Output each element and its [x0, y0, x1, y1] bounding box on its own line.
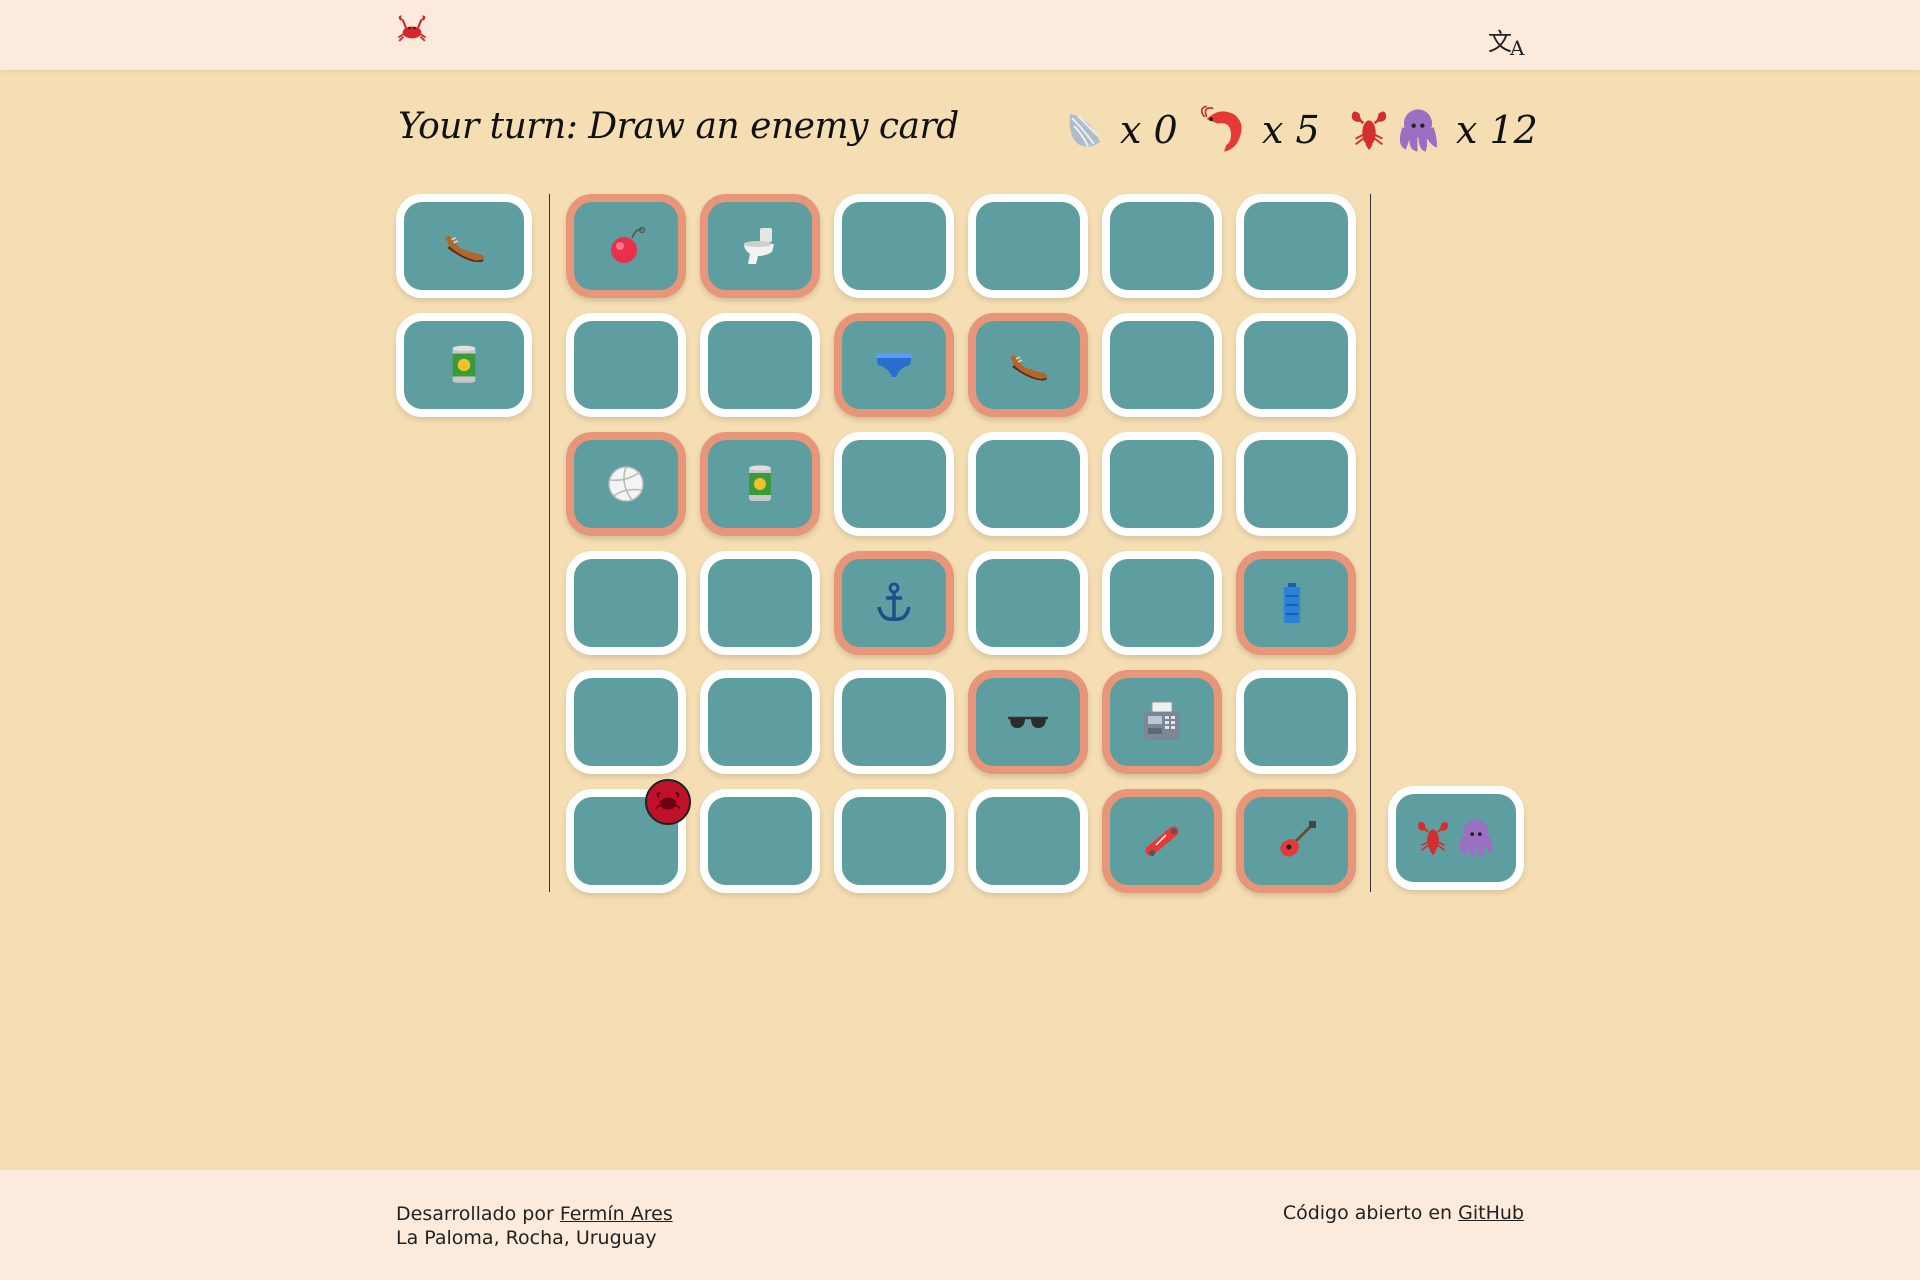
dev-prefix: Desarrollado por: [396, 1203, 554, 1225]
enemy-deck-card[interactable]: [1388, 786, 1524, 890]
board-card-r4-c1[interactable]: [700, 670, 820, 774]
lobster-octopus-icon: [1346, 104, 1444, 156]
enemy-count: x 12: [1456, 108, 1538, 152]
board-card-r0-c3[interactable]: [968, 194, 1088, 298]
shell-count: x 0: [1120, 108, 1178, 152]
toilet-icon: [736, 222, 784, 270]
briefs-icon: [870, 341, 918, 389]
board-card-r0-c0[interactable]: [566, 194, 686, 298]
battery-icon: [1272, 579, 1320, 627]
guitar-icon: [1272, 817, 1320, 865]
shrimp-icon: [1198, 104, 1250, 156]
hand-card[interactable]: [396, 313, 532, 417]
board-card-r0-c5[interactable]: [1236, 194, 1356, 298]
board-card-r5-c5[interactable]: [1236, 789, 1356, 893]
board-card-r2-c2[interactable]: [834, 432, 954, 536]
board-card-r1-c4[interactable]: [1102, 313, 1222, 417]
code-prefix: Código abierto en: [1282, 1202, 1453, 1224]
board-card-r3-c1[interactable]: [700, 551, 820, 655]
board-card-r4-c2[interactable]: [834, 670, 954, 774]
translate-glyph-b: A: [1510, 36, 1525, 60]
hand-card[interactable]: [396, 194, 532, 298]
crab-marker-icon: [645, 779, 691, 825]
board-card-r2-c5[interactable]: [1236, 432, 1356, 536]
board-card-r2-c3[interactable]: [968, 432, 1088, 536]
footer-credits: Desarrollado por Fermín Ares La Paloma, …: [396, 1202, 673, 1250]
crab-icon[interactable]: [395, 12, 429, 46]
board-card-r4-c4[interactable]: [1102, 670, 1222, 774]
board-divider-right: [1370, 194, 1371, 892]
board-card-r5-c2[interactable]: [834, 789, 954, 893]
board-card-r0-c2[interactable]: [834, 194, 954, 298]
sunglasses-icon: [1004, 698, 1052, 746]
board-card-r4-c5[interactable]: [1236, 670, 1356, 774]
board-card-r1-c0[interactable]: [566, 313, 686, 417]
board-divider-left: [549, 194, 550, 892]
turn-status-title: Your turn: Draw an enemy card: [398, 106, 959, 147]
board-card-r2-c1[interactable]: [700, 432, 820, 536]
page-footer: Desarrollado por Fermín Ares La Paloma, …: [0, 1170, 1920, 1280]
dev-name-link[interactable]: Fermín Ares: [560, 1203, 673, 1225]
board-card-r5-c4[interactable]: [1102, 789, 1222, 893]
canned-food-icon: [439, 340, 489, 390]
board-card-r3-c4[interactable]: [1102, 551, 1222, 655]
board-card-r5-c3[interactable]: [968, 789, 1088, 893]
lobster-octopus-icon: [1413, 815, 1499, 861]
github-link[interactable]: GitHub: [1458, 1202, 1524, 1224]
board-card-r3-c0[interactable]: [566, 551, 686, 655]
footer-source: Código abierto en GitHub: [1283, 1202, 1524, 1224]
board-card-r4-c0[interactable]: [566, 670, 686, 774]
shrimp-counter: x 5: [1198, 100, 1320, 160]
shell-counter: x 0: [1060, 100, 1178, 160]
translate-glyph-a: 文: [1488, 28, 1512, 56]
canned-food-icon: [736, 460, 784, 508]
yoyo-icon: [602, 222, 650, 270]
shoe-icon: [439, 221, 489, 271]
footer-location: La Paloma, Rocha, Uruguay: [396, 1227, 657, 1249]
board-card-r1-c3[interactable]: [968, 313, 1088, 417]
board-card-r3-c3[interactable]: [968, 551, 1088, 655]
board-card-r0-c4[interactable]: [1102, 194, 1222, 298]
anchor-icon: [870, 579, 918, 627]
shoe-icon: [1004, 341, 1052, 389]
board-card-r1-c5[interactable]: [1236, 313, 1356, 417]
board-card-r3-c5[interactable]: [1236, 551, 1356, 655]
board-card-r3-c2[interactable]: [834, 551, 954, 655]
shell-icon: [1060, 106, 1108, 154]
enemy-counter: x 12: [1346, 100, 1538, 160]
board-card-r1-c2[interactable]: [834, 313, 954, 417]
board-card-r4-c3[interactable]: [968, 670, 1088, 774]
board-card-r1-c1[interactable]: [700, 313, 820, 417]
board-card-r0-c1[interactable]: [700, 194, 820, 298]
translate-icon[interactable]: 文A: [1488, 22, 1526, 60]
shrimp-count: x 5: [1262, 108, 1320, 152]
board-card-r2-c4[interactable]: [1102, 432, 1222, 536]
volleyball-icon: [602, 460, 650, 508]
skateboard-icon: [1138, 817, 1186, 865]
board-card-r5-c1[interactable]: [700, 789, 820, 893]
fax-icon: [1138, 698, 1186, 746]
top-header: 文A: [0, 0, 1920, 70]
board-card-r2-c0[interactable]: [566, 432, 686, 536]
